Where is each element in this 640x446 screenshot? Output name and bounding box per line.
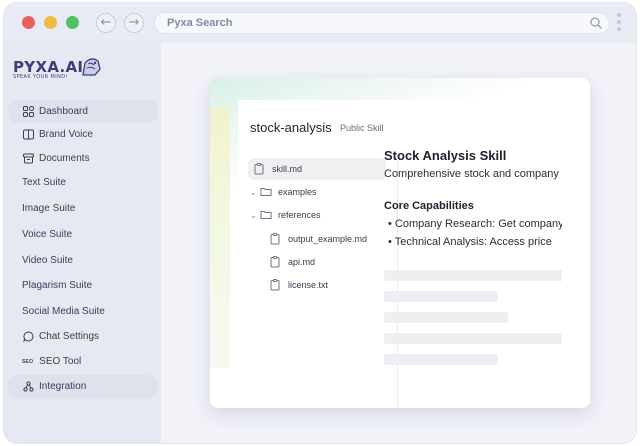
sidebar-item-label: Brand Voice bbox=[39, 129, 93, 140]
integration-icon bbox=[22, 381, 34, 393]
sidebar-item-image-suite[interactable]: Image Suite bbox=[8, 197, 158, 220]
folder-icon bbox=[260, 186, 272, 198]
skeleton-line bbox=[384, 270, 562, 281]
archive-icon bbox=[22, 153, 34, 165]
sidebar-item-dashboard[interactable]: Dashboard bbox=[8, 100, 158, 123]
file-icon bbox=[270, 256, 282, 268]
skeleton-line bbox=[384, 354, 498, 365]
skeleton-line bbox=[384, 291, 498, 302]
address-bar-text: Pyxa Search bbox=[167, 17, 233, 29]
sidebar-item-text-suite[interactable]: Text Suite bbox=[8, 171, 158, 194]
pyxa-logo[interactable]: PYXA.AI SPEAK YOUR MIND! bbox=[13, 55, 103, 81]
file-icon bbox=[270, 279, 282, 291]
mascot-icon bbox=[79, 55, 103, 84]
sidebar-item-label: Voice Suite bbox=[22, 229, 73, 240]
skill-preview-card: stock-analysis Public Skill skill.md ⌄ e… bbox=[210, 78, 590, 408]
file-icon bbox=[270, 233, 282, 245]
grid-icon bbox=[22, 106, 34, 118]
chevron-down-icon[interactable]: ⌄ bbox=[250, 211, 260, 220]
folder-icon bbox=[260, 209, 272, 221]
sidebar-item-label: Plagarism Suite bbox=[22, 280, 93, 291]
sidebar-item-plagarism-suite[interactable]: Plagarism Suite bbox=[8, 274, 158, 297]
document-section-heading: Core Capabilities bbox=[384, 200, 474, 212]
sidebar-item-label: Text Suite bbox=[22, 177, 66, 188]
sidebar-item-voice-suite[interactable]: Voice Suite bbox=[8, 223, 158, 246]
file-tree-item-output-example-md[interactable]: output_example.md bbox=[248, 228, 386, 250]
search-icon[interactable] bbox=[589, 16, 603, 35]
file-tree-item-skill-md[interactable]: skill.md bbox=[248, 158, 386, 180]
file-label: output_example.md bbox=[288, 234, 368, 244]
sidebar-item-chat-settings[interactable]: Chat Settings bbox=[8, 325, 158, 348]
sidebar-item-brand-voice[interactable]: Brand Voice bbox=[8, 123, 158, 146]
maximize-window-button[interactable] bbox=[66, 16, 79, 29]
sidebar-item-label: Integration bbox=[39, 381, 87, 392]
document-title: Stock Analysis Skill bbox=[384, 148, 507, 163]
sidebar-item-video-suite[interactable]: Video Suite bbox=[8, 249, 158, 272]
sidebar-item-documents[interactable]: Documents bbox=[8, 147, 158, 170]
file-label: license.txt bbox=[288, 280, 329, 290]
skeleton-line bbox=[384, 333, 562, 344]
folder-label: references bbox=[278, 210, 321, 220]
file-icon bbox=[254, 163, 266, 175]
sidebar-item-label: Image Suite bbox=[22, 203, 76, 214]
address-bar[interactable]: Pyxa Search bbox=[154, 12, 610, 34]
document-bullet: • Technical Analysis: Access price bbox=[388, 236, 552, 248]
sidebar-item-label: Chat Settings bbox=[39, 331, 100, 342]
close-window-button[interactable] bbox=[22, 16, 35, 29]
sidebar-item-label: Documents bbox=[39, 153, 90, 164]
chevron-down-icon[interactable]: ⌄ bbox=[250, 188, 260, 197]
sidebar-item-seo-tool[interactable]: SEO SEO Tool bbox=[8, 350, 158, 373]
file-tree-item-license-txt[interactable]: license.txt bbox=[248, 274, 386, 296]
file-tree-item-references[interactable]: ⌄ references bbox=[248, 204, 386, 226]
back-button[interactable]: ← bbox=[96, 13, 116, 33]
sidebar: PYXA.AI SPEAK YOUR MIND! Dashboard Brand… bbox=[4, 43, 161, 443]
forward-button[interactable]: → bbox=[124, 13, 144, 33]
document-preview: Stock Analysis Skill Comprehensive stock… bbox=[384, 138, 562, 378]
sidebar-item-label: SEO Tool bbox=[39, 356, 82, 367]
skill-visibility-badge: Public Skill bbox=[340, 123, 384, 133]
more-options-icon[interactable] bbox=[616, 13, 622, 35]
minimize-window-button[interactable] bbox=[44, 16, 57, 29]
file-tree-item-api-md[interactable]: api.md bbox=[248, 251, 386, 273]
brand-tagline: SPEAK YOUR MIND! bbox=[13, 74, 68, 80]
sidebar-item-label: Social Media Suite bbox=[22, 306, 105, 317]
skeleton-line bbox=[384, 312, 508, 323]
book-icon bbox=[22, 129, 34, 141]
seo-icon: SEO bbox=[22, 358, 34, 365]
file-label: skill.md bbox=[272, 164, 303, 174]
skill-name: stock-analysis bbox=[250, 120, 332, 135]
chat-icon bbox=[22, 331, 34, 343]
sidebar-item-integration[interactable]: Integration bbox=[8, 375, 158, 398]
card-light-streak bbox=[210, 108, 230, 368]
sidebar-item-social-media-suite[interactable]: Social Media Suite bbox=[8, 300, 158, 323]
file-label: api.md bbox=[288, 257, 316, 267]
sidebar-item-label: Video Suite bbox=[22, 255, 73, 266]
document-bullet: • Company Research: Get company bbox=[388, 218, 562, 230]
title-bar: ← → Pyxa Search bbox=[4, 3, 636, 43]
folder-label: examples bbox=[278, 187, 317, 197]
document-intro: Comprehensive stock and company bbox=[384, 168, 559, 180]
file-tree-item-examples[interactable]: ⌄ examples bbox=[248, 181, 386, 203]
sidebar-item-label: Dashboard bbox=[39, 106, 88, 117]
